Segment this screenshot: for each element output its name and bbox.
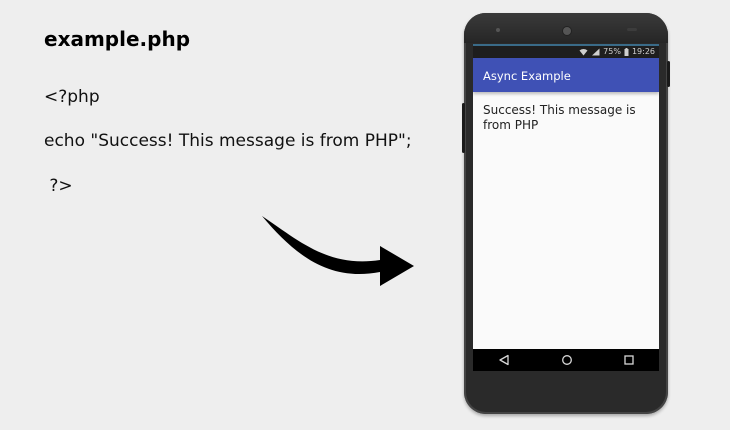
phone-sensor-dot: [496, 28, 500, 32]
battery-percentage: 75%: [603, 47, 621, 56]
signal-icon: [592, 48, 600, 55]
app-toolbar: Async Example: [473, 58, 659, 92]
back-icon[interactable]: [498, 354, 510, 366]
phone-mockup: 75% 19:26 Async Example Success! This me…: [462, 13, 670, 414]
phone-proximity-sensor: [627, 28, 637, 31]
phone-top-bezel: [464, 13, 668, 43]
success-message: Success! This message is from PHP: [483, 103, 636, 132]
volume-button: [462, 103, 465, 153]
code-filename-title: example.php: [44, 27, 191, 51]
status-bar: 75% 19:26: [473, 44, 659, 58]
app-title: Async Example: [483, 69, 571, 83]
battery-icon: [624, 47, 629, 56]
status-time: 19:26: [631, 47, 655, 56]
code-line-echo: echo "Success! This message is from PHP"…: [44, 131, 412, 151]
front-camera-icon: [563, 27, 571, 35]
navigation-bar: [473, 349, 659, 371]
home-icon[interactable]: [561, 354, 573, 366]
curved-arrow-icon: [262, 216, 414, 286]
wifi-icon: [579, 48, 588, 55]
code-line-open-tag: <?php: [44, 87, 100, 107]
power-button: [667, 61, 670, 87]
recents-icon[interactable]: [623, 354, 635, 366]
code-line-close-tag: ?>: [44, 176, 73, 196]
phone-screen: 75% 19:26 Async Example Success! This me…: [473, 44, 659, 371]
